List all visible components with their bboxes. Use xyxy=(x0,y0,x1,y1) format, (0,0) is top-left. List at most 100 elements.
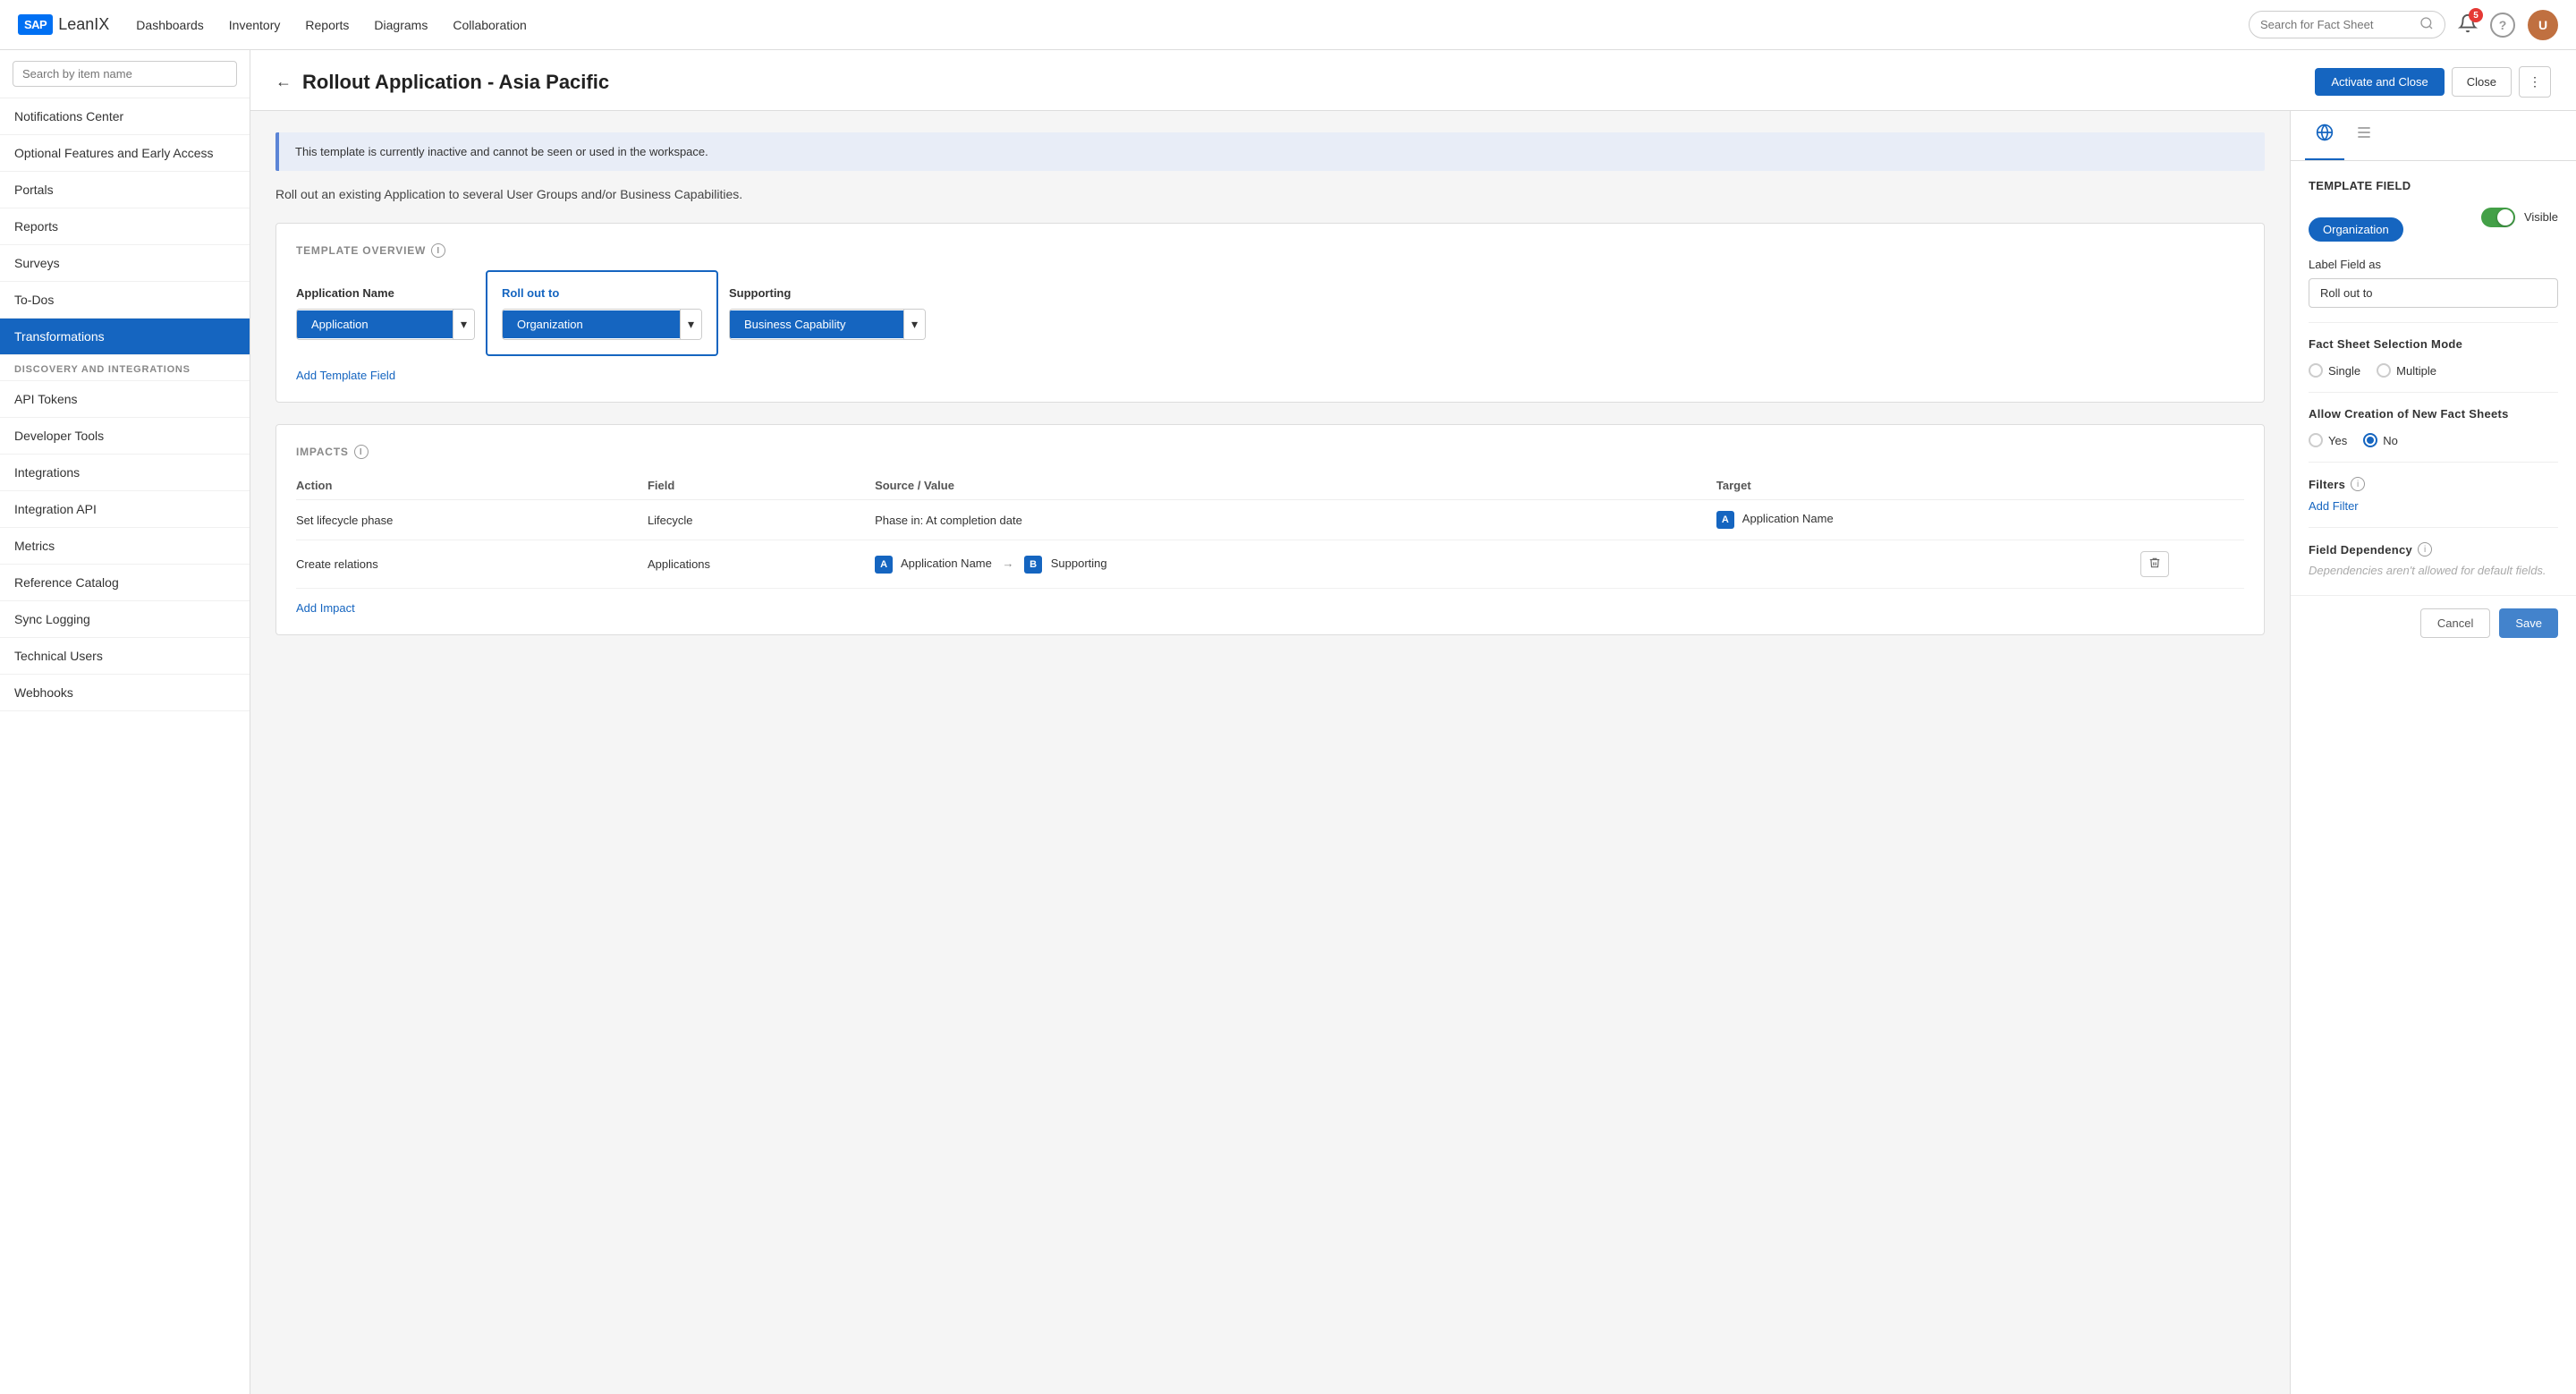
impact-target-label-1: Application Name xyxy=(1742,512,1834,525)
impact-tag-source-2: A xyxy=(875,556,893,574)
arrow-icon-2: → xyxy=(1002,557,1013,570)
col-source: Source / Value xyxy=(875,472,1716,500)
sidebar-item-technical-users[interactable]: Technical Users xyxy=(0,638,250,675)
add-filter-link[interactable]: Add Filter xyxy=(2309,499,2359,513)
sidebar-item-integration-api[interactable]: Integration API xyxy=(0,491,250,528)
sidebar-item-surveys[interactable]: Surveys xyxy=(0,245,250,282)
impact-target-label-2: Supporting xyxy=(1051,557,1107,570)
impact-tag-b-2: B xyxy=(1024,556,1042,574)
allow-creation-radio-group: Yes No xyxy=(2309,433,2558,447)
save-button[interactable]: Save xyxy=(2499,608,2558,638)
visible-label: Visible xyxy=(2524,210,2558,224)
sidebar-item-metrics[interactable]: Metrics xyxy=(0,528,250,565)
label-field-input[interactable] xyxy=(2309,278,2558,308)
sidebar-item-transformations[interactable]: Transformations xyxy=(0,319,250,355)
impacts-title: IMPACTS i xyxy=(296,445,2244,459)
logo[interactable]: SAP LeanIX xyxy=(18,14,109,35)
panel-tab-settings[interactable] xyxy=(2344,111,2384,160)
add-template-field-link[interactable]: Add Template Field xyxy=(296,369,395,382)
close-button[interactable]: Close xyxy=(2452,67,2512,97)
search-input[interactable] xyxy=(2260,18,2416,31)
app-name-arrow[interactable]: ▾ xyxy=(453,310,474,339)
template-overview-info-icon[interactable]: i xyxy=(431,243,445,258)
panel-tabs xyxy=(2291,111,2576,161)
dependency-note: Dependencies aren't allowed for default … xyxy=(2309,564,2558,577)
impact-target-1: A Application Name xyxy=(1716,500,2140,540)
search-bar[interactable] xyxy=(2249,11,2445,38)
impacts-info-icon[interactable]: i xyxy=(354,445,369,459)
nav-collaboration[interactable]: Collaboration xyxy=(453,14,527,36)
cancel-button[interactable]: Cancel xyxy=(2420,608,2490,638)
nav-reports[interactable]: Reports xyxy=(305,14,349,36)
sidebar-item-api-tokens[interactable]: API Tokens xyxy=(0,381,250,418)
sidebar-item-integrations[interactable]: Integrations xyxy=(0,455,250,491)
template-overview-card: TEMPLATE OVERVIEW i Application Name App… xyxy=(275,223,2265,403)
delete-impact-button[interactable] xyxy=(2140,551,2169,577)
supporting-select[interactable]: Business Capability ▾ xyxy=(729,309,926,340)
divider-4 xyxy=(2309,527,2558,528)
divider-3 xyxy=(2309,462,2558,463)
sidebar-item-reports[interactable]: Reports xyxy=(0,208,250,245)
sidebar-item-webhooks[interactable]: Webhooks xyxy=(0,675,250,711)
divider-2 xyxy=(2309,392,2558,393)
radio-single[interactable]: Single xyxy=(2309,363,2360,378)
sidebar-item-todos[interactable]: To-Dos xyxy=(0,282,250,319)
sidebar-item-optional-features[interactable]: Optional Features and Early Access xyxy=(0,135,250,172)
impact-source-label-2: Application Name xyxy=(901,557,992,570)
org-tag: Organization xyxy=(2309,217,2403,242)
impact-delete-2[interactable] xyxy=(2140,540,2244,589)
impact-tag-a-1: A xyxy=(1716,511,1734,529)
sidebar-item-portals[interactable]: Portals xyxy=(0,172,250,208)
nav-diagrams[interactable]: Diagrams xyxy=(374,14,428,36)
supporting-arrow[interactable]: ▾ xyxy=(903,310,925,339)
radio-single-circle xyxy=(2309,363,2323,378)
field-dependency-info-icon[interactable]: i xyxy=(2418,542,2432,557)
sidebar-search-input[interactable] xyxy=(13,61,237,87)
radio-multiple[interactable]: Multiple xyxy=(2377,363,2436,378)
logo-leanix: LeanIX xyxy=(58,15,109,34)
radio-multiple-label: Multiple xyxy=(2396,364,2436,378)
allow-creation-title: Allow Creation of New Fact Sheets xyxy=(2309,407,2558,421)
add-impact-link[interactable]: Add Impact xyxy=(296,601,355,615)
sidebar-item-reference-catalog[interactable]: Reference Catalog xyxy=(0,565,250,601)
col-action: Action xyxy=(296,472,648,500)
fact-sheet-radio-group: Single Multiple xyxy=(2309,363,2558,378)
user-avatar[interactable]: U xyxy=(2528,10,2558,40)
radio-no-circle xyxy=(2363,433,2377,447)
layout: Notifications Center Optional Features a… xyxy=(0,0,2576,1394)
sidebar-item-developer-tools[interactable]: Developer Tools xyxy=(0,418,250,455)
impacts-table: Action Field Source / Value Target Set l… xyxy=(296,472,2244,589)
radio-yes-circle xyxy=(2309,433,2323,447)
notification-bell[interactable]: 5 xyxy=(2458,13,2478,36)
nav-dashboards[interactable]: Dashboards xyxy=(136,14,204,36)
radio-no-dot xyxy=(2367,437,2374,444)
radio-single-label: Single xyxy=(2328,364,2360,378)
impact-target-2 xyxy=(1716,540,2140,589)
activate-close-button[interactable]: Activate and Close xyxy=(2315,68,2444,96)
col-actions xyxy=(2140,472,2244,500)
help-icon[interactable]: ? xyxy=(2490,13,2515,38)
sidebar-item-sync-logging[interactable]: Sync Logging xyxy=(0,601,250,638)
visible-row: Visible xyxy=(2481,208,2558,227)
radio-yes-label: Yes xyxy=(2328,434,2347,447)
back-button[interactable]: ← xyxy=(275,72,292,91)
app-name-label: Application Name xyxy=(296,286,475,300)
sidebar-item-notifications-center[interactable]: Notifications Center xyxy=(0,98,250,135)
more-options-button[interactable]: ⋮ xyxy=(2519,66,2551,98)
toggle-knob xyxy=(2497,209,2513,225)
nav-inventory[interactable]: Inventory xyxy=(229,14,281,36)
roll-out-select[interactable]: Organization ▾ xyxy=(502,309,702,340)
panel-body: TEMPLATE FIELD Organization Visible Labe… xyxy=(2291,161,2576,595)
radio-yes[interactable]: Yes xyxy=(2309,433,2347,447)
impact-field-2: Applications xyxy=(648,540,875,589)
page-header: ← Rollout Application - Asia Pacific Act… xyxy=(250,50,2576,111)
visible-toggle[interactable] xyxy=(2481,208,2515,227)
roll-out-arrow[interactable]: ▾ xyxy=(680,310,701,339)
supporting-value: Business Capability xyxy=(730,310,903,338)
panel-tab-fields[interactable] xyxy=(2305,111,2344,160)
app-name-select[interactable]: Application ▾ xyxy=(296,309,475,340)
filters-info-icon[interactable]: i xyxy=(2351,477,2365,491)
main-content: This template is currently inactive and … xyxy=(250,111,2290,1394)
radio-no[interactable]: No xyxy=(2363,433,2398,447)
filters-title: Filters xyxy=(2309,478,2345,491)
